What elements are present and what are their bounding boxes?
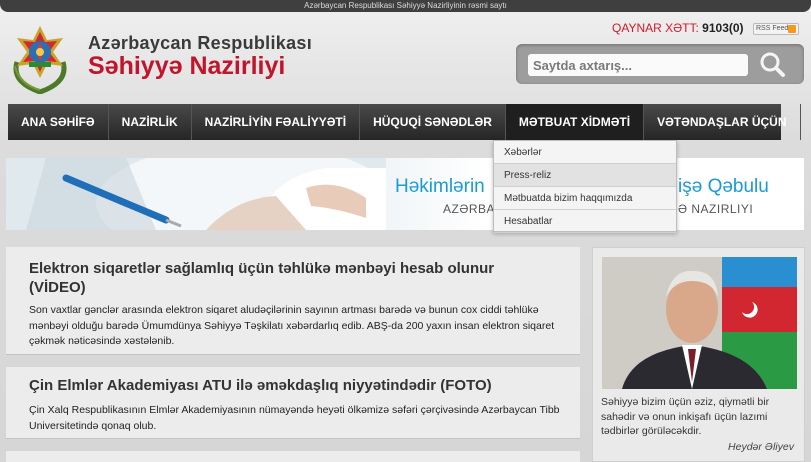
- banner-photo-doctor: [6, 158, 386, 230]
- nav-item-press-service[interactable]: MƏTBUAT XİDMƏTİ: [505, 104, 645, 140]
- rss-label: RSS Feed: [756, 25, 789, 32]
- nav-item-for-citizens[interactable]: VƏTƏNDAŞLAR ÜÇÜN: [644, 104, 801, 140]
- nav-item-legal-docs[interactable]: HÜQUQİ SƏNƏDLƏR: [360, 104, 506, 140]
- news-item: [6, 451, 580, 462]
- banner-subtitle-left: AZƏRBA: [443, 202, 496, 216]
- rss-feed-button[interactable]: RSS Feed: [753, 23, 799, 35]
- nav-item-home[interactable]: ANA SƏHİFƏ: [8, 104, 109, 140]
- dropdown-item-news[interactable]: Xəbərlər: [494, 141, 676, 164]
- leader-portrait: [602, 257, 797, 389]
- news-title[interactable]: Elektron siqaretlər sağlamlıq üçün təhlü…: [29, 259, 549, 297]
- search-input[interactable]: [528, 54, 748, 76]
- dropdown-item-press-release[interactable]: Press-reliz: [494, 164, 676, 187]
- hotline-number: 9103(0): [702, 21, 744, 35]
- news-item: Çin Elmlər Akademiyası ATU ilə əməkdaşlı…: [6, 367, 580, 439]
- banner-title-right: işə Qəbulu: [678, 176, 769, 197]
- rss-icon: [788, 25, 796, 33]
- dropdown-item-reports[interactable]: Hesabatlar: [494, 210, 676, 233]
- news-item: Elektron siqaretlər sağlamlıq üçün təhlü…: [6, 247, 580, 355]
- hotline: QAYNAR XƏTT: 9103(0): [612, 21, 744, 35]
- recruitment-banner[interactable]: Həkimlərin işə Qəbulu AZƏRBA Ə NAZIRLIYI: [6, 158, 804, 230]
- leader-quote: Səhiyyə bizim üçün əziz, qiymətli bir sa…: [601, 396, 770, 437]
- ministry-title-line1: Azərbaycan Respublikası: [88, 33, 312, 53]
- banner-subtitle-right: Ə NAZIRLIYI: [678, 202, 754, 216]
- site-tagline-bar: Azərbaycan Respublikası Səhiyyə Nazirliy…: [0, 0, 811, 12]
- news-title[interactable]: Çin Elmlər Akademiyası ATU ilə əməkdaşlı…: [29, 376, 492, 395]
- banner-title-left: Həkimlərin: [395, 176, 485, 197]
- state-emblem-logo[interactable]: [7, 22, 73, 95]
- nav-item-ministry[interactable]: NAZİRLİK: [109, 104, 192, 140]
- news-summary: Son vaxtlar gənclər arasında elektron si…: [29, 304, 555, 347]
- nav-item-activity[interactable]: NAZİRLİYİN FƏALİYYƏTİ: [192, 104, 361, 140]
- dropdown-item-media-about-us[interactable]: Mətbuatda bizim haqqımızda: [494, 187, 676, 210]
- leader-quote-panel: Səhiyyə bizim üçün əziz, qiymətli bir sa…: [592, 247, 805, 462]
- main-navigation: ANA SƏHİFƏ NAZİRLİK NAZİRLİYİN FƏALİYYƏT…: [8, 104, 801, 140]
- hotline-label: QAYNAR XƏTT:: [612, 21, 699, 35]
- press-service-dropdown: Xəbərlər Press-reliz Mətbuatda bizim haq…: [493, 140, 677, 233]
- ministry-title-line2[interactable]: Səhiyyə Nazirliyi: [88, 52, 285, 81]
- news-summary: Çin Xalq Respublikasının Elmlər Akademiy…: [29, 404, 560, 432]
- search-icon[interactable]: [758, 50, 786, 78]
- quote-author: Heydər Əliyev: [728, 441, 794, 453]
